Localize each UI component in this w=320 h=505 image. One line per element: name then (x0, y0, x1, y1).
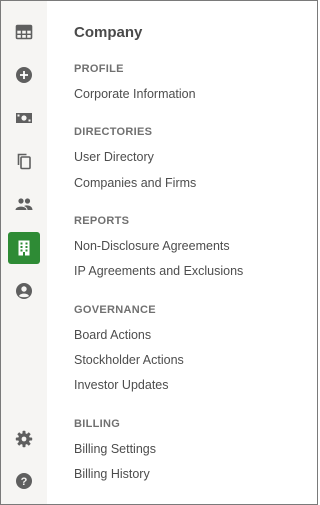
rail-item-help[interactable]: ? (8, 465, 40, 497)
section-heading-directories: DIRECTORIES (74, 126, 153, 138)
svg-text:?: ? (21, 476, 28, 488)
link-ip-agreements-and-exclusions[interactable]: IP Agreements and Exclusions (74, 264, 243, 278)
panel-title: Company (74, 24, 143, 41)
link-corporate-information[interactable]: Corporate Information (74, 87, 196, 101)
rail-item-cash[interactable] (8, 102, 40, 134)
link-billing-history[interactable]: Billing History (74, 467, 150, 481)
account-circle-icon (15, 282, 33, 300)
window-frame: ? Company PROFILE Corporate Information … (0, 0, 318, 505)
link-board-actions[interactable]: Board Actions (74, 328, 151, 342)
section-heading-governance: GOVERNANCE (74, 304, 156, 316)
icon-rail: ? (1, 1, 47, 504)
rail-item-add[interactable] (8, 59, 40, 91)
building-icon (15, 239, 33, 257)
section-heading-reports: REPORTS (74, 215, 130, 227)
company-menu-panel: Company PROFILE Corporate Information DI… (74, 1, 317, 504)
help-icon: ? (15, 472, 33, 490)
link-stockholder-actions[interactable]: Stockholder Actions (74, 353, 184, 367)
rail-item-grid[interactable] (8, 16, 40, 48)
link-companies-and-firms[interactable]: Companies and Firms (74, 176, 196, 190)
people-icon (15, 195, 33, 213)
rail-item-account[interactable] (8, 275, 40, 307)
link-user-directory[interactable]: User Directory (74, 150, 154, 164)
add-circle-icon (15, 66, 33, 84)
rail-item-people[interactable] (8, 188, 40, 220)
link-non-disclosure-agreements[interactable]: Non-Disclosure Agreements (74, 239, 230, 253)
rail-item-company[interactable] (8, 232, 40, 264)
rail-item-documents[interactable] (8, 145, 40, 177)
copy-documents-icon (15, 152, 33, 170)
cash-icon (15, 109, 33, 127)
link-billing-settings[interactable]: Billing Settings (74, 442, 156, 456)
gear-icon (15, 430, 33, 448)
section-heading-profile: PROFILE (74, 63, 124, 75)
grid-table-icon (15, 23, 33, 41)
section-heading-billing: BILLING (74, 418, 121, 430)
link-investor-updates[interactable]: Investor Updates (74, 378, 169, 392)
rail-item-settings[interactable] (8, 423, 40, 455)
